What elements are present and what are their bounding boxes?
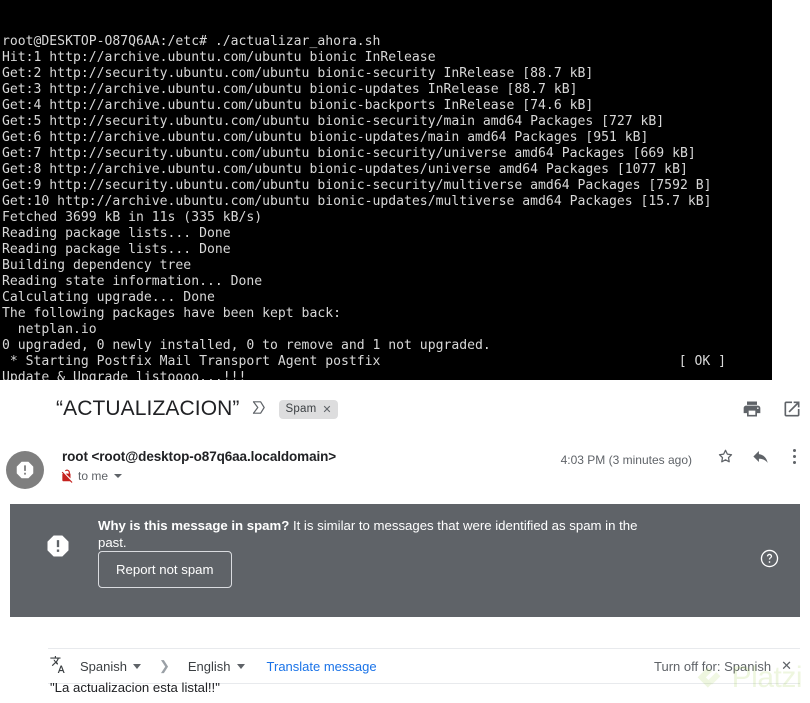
- open-in-new-window-icon[interactable]: [782, 399, 802, 419]
- recipient-label: to me: [78, 469, 109, 483]
- terminal-line: Update & Upgrade listoooo...!!!: [2, 370, 247, 380]
- more-options-icon[interactable]: [786, 447, 802, 466]
- terminal-line: Get:2 http://security.ubuntu.com/ubuntu …: [2, 66, 594, 81]
- terminal-status-ok: [ OK ]: [678, 354, 726, 369]
- subject-row: “ACTUALIZACION” Spam ✕: [0, 388, 810, 430]
- terminal-line: * Starting Postfix Mail Transport Agent …: [2, 354, 726, 369]
- terminal-line: Get:8 http://archive.ubuntu.com/ubuntu b…: [2, 162, 688, 177]
- terminal-line: Fetched 3699 kB in 11s (335 kB/s): [2, 210, 263, 225]
- spam-label-text: Spam: [285, 403, 317, 415]
- terminal-line: Get:9 http://security.ubuntu.com/ubuntu …: [2, 178, 712, 193]
- message-actions: [716, 447, 802, 466]
- terminal-line: Building dependency tree: [2, 258, 192, 273]
- source-language-select[interactable]: Spanish: [80, 659, 141, 674]
- message-body: "La actualizacion esta listal!!": [50, 680, 220, 695]
- terminal-line: 0 upgraded, 0 newly installed, 0 to remo…: [2, 338, 491, 353]
- chevron-down-icon: [236, 663, 245, 669]
- terminal-line: Hit:1 http://archive.ubuntu.com/ubuntu b…: [2, 50, 436, 65]
- spam-warning-heading: Why is this message in spam?: [98, 518, 290, 533]
- turn-off-translation[interactable]: Turn off for: Spanish ✕: [654, 658, 800, 674]
- avatar[interactable]: [6, 451, 44, 489]
- terminal-line: Get:4 http://archive.ubuntu.com/ubuntu b…: [2, 98, 594, 113]
- chevron-down-icon[interactable]: [114, 474, 123, 478]
- subject-actions: [742, 399, 802, 419]
- terminal-line: netplan.io: [2, 322, 97, 337]
- help-circle-icon[interactable]: [759, 548, 780, 569]
- message-timestamp: 4:03 PM (3 minutes ago): [560, 453, 692, 467]
- exclamation-octagon-icon: [47, 535, 69, 557]
- spam-warning-banner: Why is this message in spam? It is simil…: [10, 504, 800, 617]
- terminal-line: Reading package lists... Done: [2, 226, 231, 241]
- chevron-down-icon: [132, 663, 141, 669]
- report-not-spam-button[interactable]: Report not spam: [98, 551, 232, 588]
- star-icon[interactable]: [716, 447, 735, 466]
- translate-icon: [50, 656, 65, 673]
- arrow-right-icon: ❯: [158, 658, 170, 673]
- terminal-line: The following packages have been kept ba…: [2, 306, 341, 321]
- reply-icon[interactable]: [751, 447, 770, 466]
- translate-bar: Spanish ❯ English Translate message Turn…: [48, 648, 800, 684]
- remove-label-icon[interactable]: ✕: [322, 403, 331, 416]
- turn-off-label: Turn off for: Spanish: [654, 658, 772, 674]
- sender-row: root <root@desktop-o87q6aa.localdomain> …: [0, 445, 810, 495]
- recipient-line[interactable]: to me: [60, 469, 123, 483]
- terminal-line: Get:5 http://security.ubuntu.com/ubuntu …: [2, 114, 665, 129]
- spam-warning-text: Why is this message in spam? It is simil…: [98, 517, 668, 551]
- terminal-line: Calculating upgrade... Done: [2, 290, 215, 305]
- terminal-line: Get:10 http://archive.ubuntu.com/ubuntu …: [2, 194, 712, 209]
- status-badge: Spam ✕: [278, 399, 338, 419]
- terminal-line: Reading state information... Done: [2, 274, 263, 289]
- print-icon[interactable]: [742, 399, 762, 419]
- email-message-pane: “ACTUALIZACION” Spam ✕ root <root@deskto…: [0, 380, 810, 703]
- terminal-window[interactable]: root@DESKTOP-O87Q6AA:/etc# ./actualizar_…: [0, 0, 772, 380]
- sender-address: root <root@desktop-o87q6aa.localdomain>: [62, 449, 337, 464]
- terminal-line: Get:6 http://archive.ubuntu.com/ubuntu b…: [2, 130, 649, 145]
- sigma-icon: [250, 399, 267, 419]
- no-encryption-icon: [61, 469, 73, 483]
- close-icon[interactable]: ✕: [781, 658, 792, 674]
- terminal-line: Reading package lists... Done: [2, 242, 231, 257]
- target-language-label: English: [187, 658, 231, 674]
- terminal-line: Get:3 http://archive.ubuntu.com/ubuntu b…: [2, 82, 578, 97]
- page-title: “ACTUALIZACION”: [56, 397, 240, 420]
- terminal-output: root@DESKTOP-O87Q6AA:/etc# ./actualizar_…: [2, 34, 772, 380]
- terminal-line: root@DESKTOP-O87Q6AA:/etc# ./actualizar_…: [2, 34, 381, 49]
- source-language-label: Spanish: [80, 658, 127, 674]
- exclamation-octagon-icon: [16, 461, 34, 479]
- terminal-line: Get:7 http://security.ubuntu.com/ubuntu …: [2, 146, 696, 161]
- translate-message-link[interactable]: Translate message: [267, 659, 377, 674]
- target-language-select[interactable]: English: [188, 659, 245, 674]
